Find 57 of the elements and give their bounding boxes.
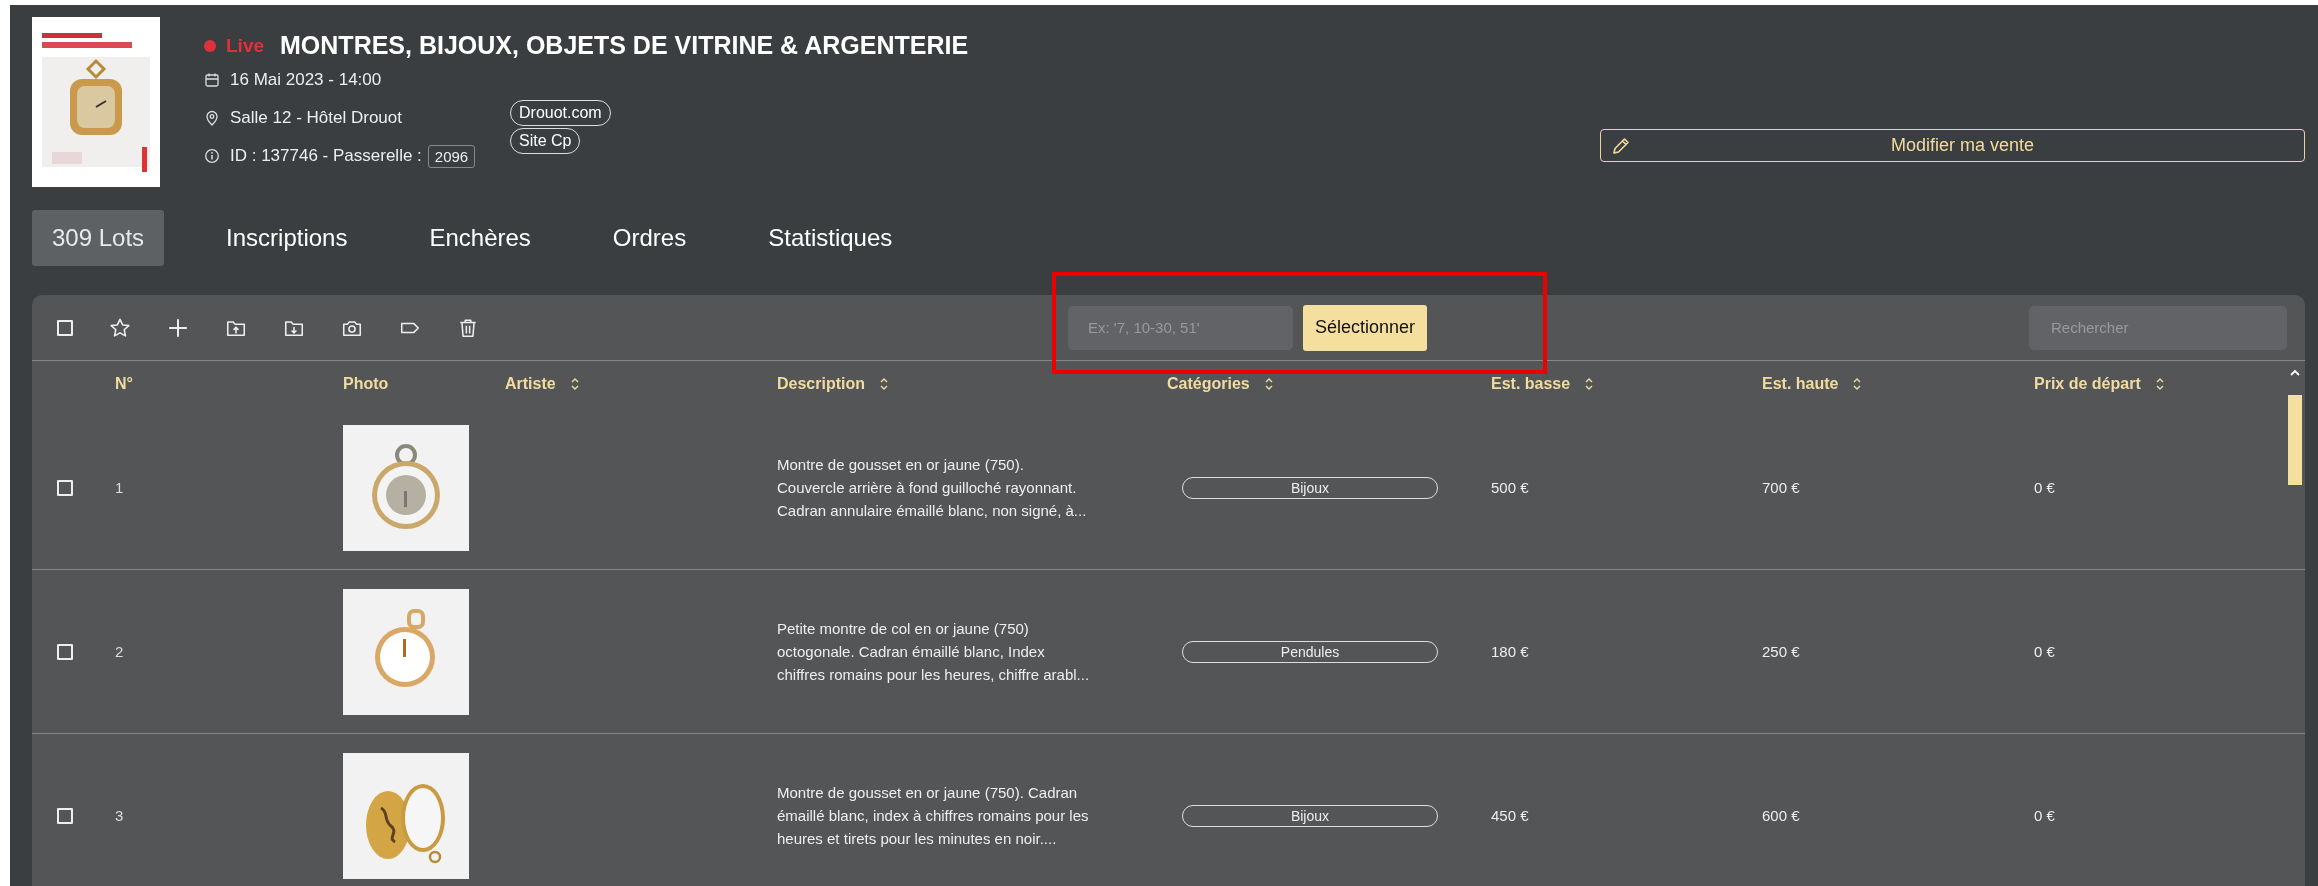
tab[interactable]: Inscriptions (206, 210, 368, 266)
column-header: Est. haute (1762, 374, 1839, 393)
pencil-icon (1611, 135, 1631, 156)
select-all-checkbox[interactable] (57, 319, 73, 336)
starting-price: 0 € (2034, 807, 2055, 824)
location-pin-icon (204, 110, 220, 126)
sort-icon[interactable] (569, 376, 580, 391)
lot-number: 3 (115, 807, 124, 824)
info-icon (204, 148, 220, 164)
column-header: Photo (343, 374, 389, 393)
sale-venue: Salle 12 - Hôtel Drouot (230, 108, 402, 128)
column-header: Artiste (505, 374, 556, 393)
live-label: Live (226, 34, 265, 57)
sort-icon[interactable] (2154, 376, 2165, 391)
tab[interactable]: Ordres (592, 210, 707, 266)
tab[interactable]: Enchères (409, 210, 551, 266)
estimate-high: 700 € (1762, 479, 1800, 496)
sort-icon[interactable] (1584, 376, 1595, 391)
estimate-low: 450 € (1491, 807, 1529, 824)
row-checkbox[interactable] (57, 479, 73, 496)
sort-icon[interactable] (1852, 376, 1863, 391)
sort-icon[interactable] (1263, 376, 1274, 391)
column-header: N° (115, 374, 133, 393)
lot-description: Petite montre de col en or jaune (750) octogonale. Cadran émaillé blanc, Index chiffres romains pour les heures, chiffre arabl... (777, 619, 1091, 685)
edit-sale-button[interactable]: Modifier ma vente (1600, 129, 2305, 162)
column-header: Description (777, 374, 865, 393)
starting-price: 0 € (2034, 479, 2055, 496)
star-icon[interactable] (109, 316, 131, 339)
sort-icon[interactable] (879, 376, 889, 391)
plus-icon[interactable] (167, 316, 189, 339)
starting-price: 0 € (2034, 643, 2055, 660)
calendar-icon (204, 72, 220, 88)
tab[interactable]: 309 Lots (32, 210, 165, 266)
estimate-low: 180 € (1491, 643, 1529, 660)
estimate-high: 600 € (1762, 807, 1800, 824)
scroll-up-icon[interactable] (2289, 369, 2301, 377)
live-dot-icon (204, 39, 216, 52)
row-checkbox[interactable] (57, 643, 73, 660)
column-header: Catégories (1167, 374, 1250, 393)
column-header: Est. basse (1491, 374, 1571, 393)
scrollbar-thumb[interactable] (2288, 395, 2302, 485)
lot-description: Montre de gousset en or jaune (750). Couvercle arrière à fond guilloché rayonnant. Cadran annulaire émaillé blanc, non signé, à... (777, 455, 1088, 521)
lot-description: Montre de gousset en or jaune (750). Cadran émaillé blanc, index à chiffres romains pour les heures et tirets pour les minutes en noir.... (777, 783, 1090, 849)
estimate-high: 250 € (1762, 643, 1800, 660)
sale-id: ID : 137746 - Passerelle : (230, 146, 422, 166)
search-field[interactable]: Rechercher (2029, 305, 2287, 350)
estimate-low: 500 € (1491, 479, 1529, 496)
column-header: Prix de départ (2034, 374, 2141, 393)
tab[interactable]: Statistiques (748, 210, 913, 266)
lot-range-field[interactable]: Ex: '7, 10-30, 51' (1068, 305, 1293, 350)
select-button[interactable]: Sélectionner (1303, 304, 1428, 351)
lot-number: 2 (115, 643, 124, 660)
row-checkbox[interactable] (57, 807, 73, 824)
sale-date: 16 Mai 2023 - 14:00 (230, 70, 382, 90)
sale-title: MONTRES, BIJOUX, OBJETS DE VITRINE & ARGENTERIE (280, 31, 969, 60)
passerelle-badge: 2096 (427, 144, 476, 168)
lot-number: 1 (115, 479, 124, 496)
